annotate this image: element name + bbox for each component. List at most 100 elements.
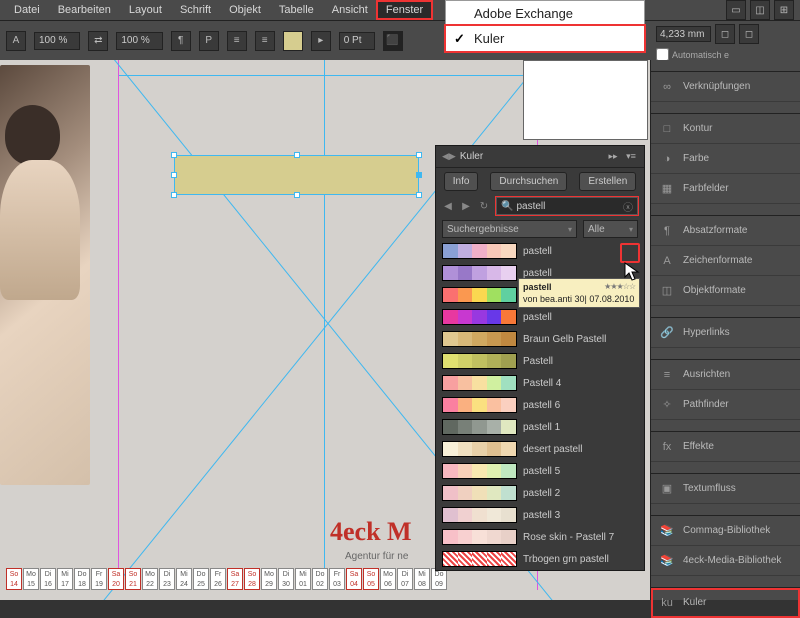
pathfinder-icon: ✧	[659, 397, 675, 413]
right-options: ◻ ◻ Automatisch e	[650, 20, 800, 60]
screen-mode-icon[interactable]: ◫	[750, 0, 770, 20]
zeichenformate-icon: A	[659, 253, 675, 269]
calendar-day: Sa27	[227, 568, 243, 590]
menu-datei[interactable]: Datei	[6, 2, 48, 18]
filter-results[interactable]: Suchergebnisse	[442, 220, 577, 238]
fx-icon[interactable]: ⬛	[383, 31, 403, 51]
menu-ansicht[interactable]: Ansicht	[324, 2, 376, 18]
filter-all[interactable]: Alle	[583, 220, 638, 238]
panel--eck-media-bibliothek[interactable]: 📚4eck-Media-Bibliothek	[651, 546, 800, 576]
swatch-group	[442, 309, 517, 325]
char-panel-icon[interactable]: A	[6, 31, 26, 51]
panel-label: Objektformate	[683, 285, 746, 296]
selected-rectangle[interactable]	[174, 155, 419, 195]
pages-thumbnail[interactable]	[523, 60, 648, 140]
panel-farbe[interactable]: ◑Farbe	[651, 144, 800, 174]
calendar-day: Di23	[159, 568, 175, 590]
menu-schrift[interactable]: Schrift	[172, 2, 219, 18]
zoom-select-1[interactable]: 100 %	[34, 32, 80, 50]
view-mode-icon[interactable]: ▭	[726, 0, 746, 20]
dropdown-adobe-exchange[interactable]: Adobe Exchange	[446, 1, 644, 26]
kuler-panel-header[interactable]: ◀▶ Kuler ▸▸ ▾≡	[436, 146, 644, 168]
kuler-theme-row[interactable]: Braun Gelb Pastell	[436, 328, 644, 350]
kuler-theme-row[interactable]: desert pastell	[436, 438, 644, 460]
panel-farbfelder[interactable]: ▦Farbfelder	[651, 174, 800, 204]
kuler-theme-row[interactable]: pastell 1	[436, 416, 644, 438]
opts-icon[interactable]: ▸	[311, 31, 331, 51]
rating-stars: ★★★☆☆	[604, 281, 635, 293]
corner-icon[interactable]: ◻	[715, 24, 735, 44]
kuler-theme-row[interactable]: Trbogen grn pastell	[436, 548, 644, 570]
kuler-theme-row[interactable]: pastell	[436, 240, 644, 262]
stroke-weight[interactable]: 0 Pt	[339, 32, 375, 50]
menu-bearbeiten[interactable]: Bearbeiten	[50, 2, 119, 18]
char-style-icon[interactable]: P	[199, 31, 219, 51]
calendar-day: Mi01	[295, 568, 311, 590]
calendar-day: Mi08	[414, 568, 430, 590]
panel-commag-bibliothek[interactable]: 📚Commag-Bibliothek	[651, 516, 800, 546]
swatch-group	[442, 529, 517, 545]
tab-durchsuchen[interactable]: Durchsuchen	[490, 172, 567, 191]
kuler-theme-row[interactable]: pastell 2	[436, 482, 644, 504]
placed-image[interactable]	[0, 65, 90, 485]
dropdown-kuler[interactable]: Kuler	[446, 26, 644, 51]
theme-tooltip: pastell ★★★☆☆ von bea.anti 30| 07.08.201…	[518, 278, 640, 308]
nav-fwd-icon[interactable]: ▶	[460, 200, 472, 212]
panel-kuler[interactable]: kuKuler	[651, 588, 800, 618]
nav-back-icon[interactable]: ◀	[442, 200, 454, 212]
panel-menu-icon[interactable]: ▾≡	[624, 150, 638, 164]
kuler-theme-row[interactable]: pastell 5	[436, 460, 644, 482]
kuler-title: Kuler	[460, 151, 483, 162]
zoom-select-2[interactable]: 100 %	[116, 32, 162, 50]
tab-erstellen[interactable]: Erstellen	[579, 172, 636, 191]
swatch-group	[442, 419, 517, 435]
menu-objekt[interactable]: Objekt	[221, 2, 269, 18]
kuler-theme-row[interactable]: pastell 6	[436, 394, 644, 416]
paragraph-icon[interactable]: ¶	[171, 31, 191, 51]
fill-swatch[interactable]	[283, 31, 303, 51]
measure-input[interactable]	[656, 26, 711, 42]
panel-zeichenformate[interactable]: AZeichenformate	[651, 246, 800, 276]
kuler-theme-row[interactable]: Pastell 4	[436, 372, 644, 394]
swatch-group	[442, 441, 517, 457]
expand-icon[interactable]: ◀▶	[442, 151, 456, 162]
menu-tabelle[interactable]: Tabelle	[271, 2, 322, 18]
clear-search-icon[interactable]: ⓧ	[623, 199, 633, 214]
panel-collapse-icon[interactable]: ▸▸	[606, 150, 620, 164]
panel-ausrichten[interactable]: ≡Ausrichten	[651, 360, 800, 390]
tab-info[interactable]: Info	[444, 172, 479, 191]
panel-textumfluss[interactable]: ▣Textumfluss	[651, 474, 800, 504]
kuler-tabs: Info Durchsuchen Erstellen	[436, 168, 644, 194]
nav-refresh-icon[interactable]: ↻	[478, 200, 490, 212]
kuler-theme-row[interactable]: Rose skin - Pastell 7	[436, 526, 644, 548]
theme-name: pastell	[523, 268, 638, 279]
arrange-icon[interactable]: ⊞	[774, 0, 794, 20]
search-text: pastell	[516, 201, 623, 212]
kuler-theme-row[interactable]: Pastell	[436, 350, 644, 372]
swatch-group	[442, 243, 517, 259]
menubar: Datei Bearbeiten Layout Schrift Objekt T…	[0, 0, 800, 20]
panel-absatzformate[interactable]: ¶Absatzformate	[651, 216, 800, 246]
kuler-theme-row[interactable]: pastell	[436, 306, 644, 328]
calendar-day: Sa04	[346, 568, 362, 590]
menu-fenster[interactable]: Fenster	[378, 2, 431, 18]
kuler-search-input[interactable]: 🔍 pastell ⓧ	[496, 197, 638, 215]
corner2-icon[interactable]: ◻	[739, 24, 759, 44]
panel-kontur[interactable]: □Kontur	[651, 114, 800, 144]
panel-verkn-pfungen[interactable]: ∞Verknüpfungen	[651, 72, 800, 102]
panel-objektformate[interactable]: ◫Objektformate	[651, 276, 800, 306]
align-left-icon[interactable]: ≡	[227, 31, 247, 51]
panel-hyperlinks[interactable]: 🔗Hyperlinks	[651, 318, 800, 348]
theme-name: pastell	[523, 312, 638, 323]
panel-effekte[interactable]: fxEffekte	[651, 432, 800, 462]
align-center-icon[interactable]: ≡	[255, 31, 275, 51]
search-icon: 🔍	[501, 201, 513, 212]
kuler-theme-row[interactable]: pastell 3	[436, 504, 644, 526]
tracking-icon[interactable]: ⇄	[88, 31, 108, 51]
kuler-icon: ku	[659, 595, 675, 611]
theme-name: pastell	[523, 246, 638, 257]
panel-pathfinder[interactable]: ✧Pathfinder	[651, 390, 800, 420]
calendar-strip: So14Mo15Di16Mi17Do18Fr19Sa20So21Mo22Di23…	[6, 568, 447, 590]
calendar-day: Mo22	[142, 568, 158, 590]
menu-layout[interactable]: Layout	[121, 2, 170, 18]
